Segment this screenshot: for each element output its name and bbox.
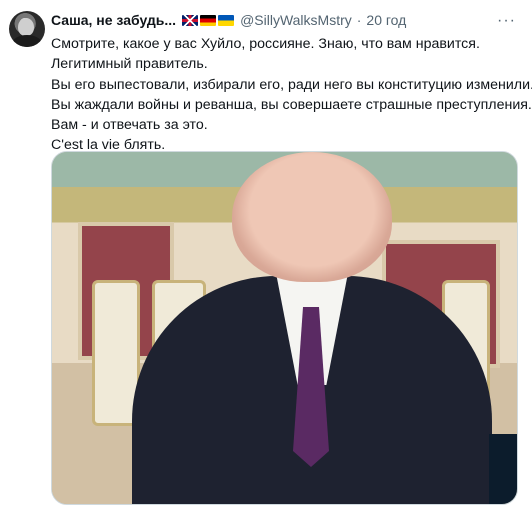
uk-flag-icon: [182, 14, 199, 26]
avatar[interactable]: [9, 11, 45, 47]
flag-emojis: [182, 14, 235, 26]
person-figure: [132, 152, 492, 504]
separator-dot: ·: [356, 12, 362, 28]
tweet-header: Саша, не забудь... @SillyWalksMstry · 20…: [51, 11, 406, 29]
broadcast-corner-graphic: [489, 434, 517, 504]
more-options-icon[interactable]: ···: [497, 12, 516, 30]
germany-flag-icon: [200, 14, 217, 26]
tweet[interactable]: Саша, не забудь... @SillyWalksMstry · 20…: [0, 0, 532, 508]
tweet-media-image[interactable]: [51, 151, 518, 505]
tweet-text-line: Вы жаждали войны и реванша, вы совершает…: [51, 96, 532, 113]
avatar-face: [18, 18, 34, 36]
tweet-text-line: Вам - и отвечать за это.: [51, 117, 208, 134]
timestamp[interactable]: 20 год: [366, 12, 406, 28]
tweet-text: Смотрите, какое у вас Хуйло, россияне. З…: [51, 34, 532, 156]
tweet-text-line: Смотрите, какое у вас Хуйло, россияне. З…: [51, 36, 480, 52]
avatar-coat: [12, 35, 42, 47]
ukraine-flag-icon: [218, 14, 235, 26]
face: [232, 152, 392, 282]
author-handle[interactable]: @SillyWalksMstry: [240, 12, 352, 28]
author-name[interactable]: Саша, не забудь...: [51, 12, 176, 28]
tweet-text-line: Легитимный правитель.: [51, 56, 208, 73]
tweet-text-line: Вы его выпестовали, избирали его, ради н…: [51, 76, 532, 93]
